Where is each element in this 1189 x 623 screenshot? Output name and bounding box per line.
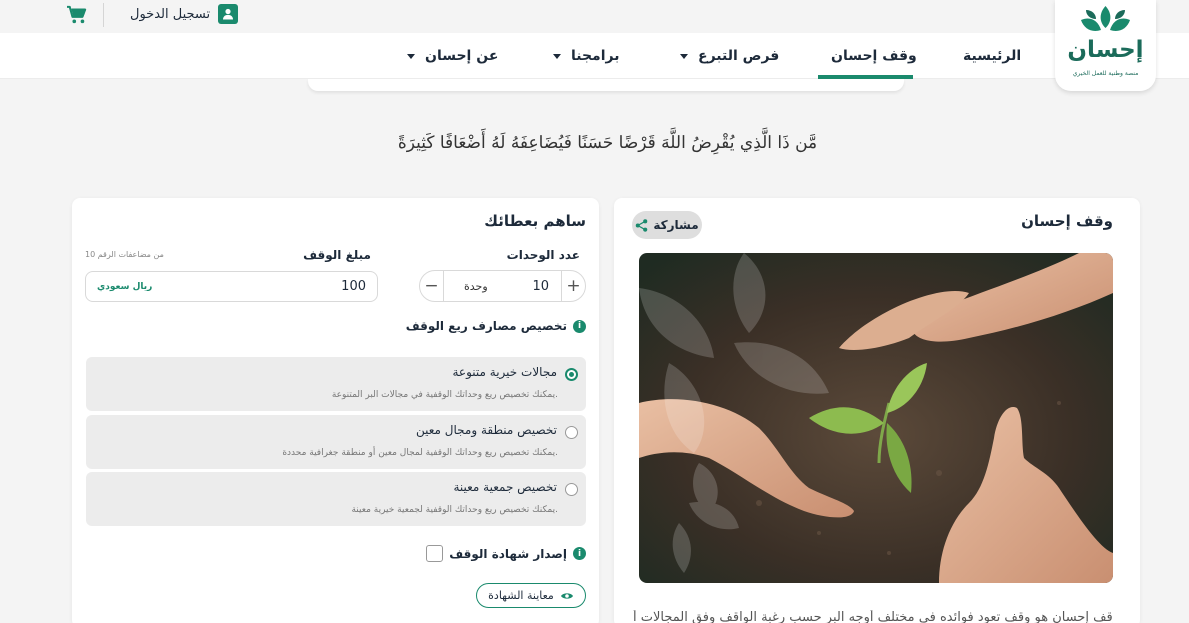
contribute-title: ساهم بعطائك: [484, 212, 586, 230]
contribute-card: ساهم بعطائك عدد الوحدات مبلغ الوقف من مض…: [72, 198, 599, 623]
top-bar: تسجيل الدخول: [0, 0, 1189, 33]
chevron-down-icon: [553, 53, 561, 59]
allocation-option-various[interactable]: مجالات خيرية متنوعة يمكنك تخصيص ريع وحدا…: [86, 357, 586, 411]
login-button[interactable]: تسجيل الدخول: [130, 4, 239, 24]
chevron-down-icon: [680, 53, 688, 59]
units-stepper: − وحدة 10 +: [419, 270, 586, 302]
preview-label: معاينة الشهادة: [488, 589, 554, 602]
option-subtitle: يمكنك تخصيص ريع وحداتك الوقفية لمجال معي…: [282, 448, 558, 458]
decrement-button[interactable]: −: [420, 271, 443, 301]
nav-programs-label: برامجنا: [571, 48, 620, 64]
currency-label: ريال سعودي: [97, 281, 153, 292]
amount-field[interactable]: ريال سعودي 100: [85, 271, 378, 302]
units-display[interactable]: وحدة 10: [443, 271, 562, 301]
allocation-title: تخصيص مصارف ريع الوقف i: [406, 319, 586, 333]
certificate-checkbox[interactable]: [426, 545, 444, 562]
option-subtitle: يمكنك تخصيص ريع وحداتك الوقفية لجمعية خي…: [351, 505, 558, 515]
allocation-option-region[interactable]: تخصيص منطقة ومجال معين يمكنك تخصيص ريع و…: [86, 415, 586, 469]
radio-unselected[interactable]: [565, 426, 578, 439]
info-icon[interactable]: i: [573, 547, 586, 560]
nav-waqf-ehsan[interactable]: وقف إحسان: [831, 33, 917, 79]
share-button[interactable]: مشاركة: [632, 211, 702, 239]
ehsan-logo[interactable]: إحسان منصة وطنية للعمل الخيري: [1055, 0, 1156, 91]
units-unit: وحدة: [464, 279, 488, 293]
nav-donation-opportunities[interactable]: فرص التبرع: [680, 33, 779, 79]
waqf-description: وقف إحسان هو وقف تعود فوائده في مختلف أو…: [633, 610, 1113, 623]
increment-button[interactable]: +: [562, 271, 585, 301]
share-icon: [636, 218, 648, 232]
login-label: تسجيل الدخول: [130, 6, 211, 22]
nav-home-label: الرئيسية: [963, 48, 1022, 64]
waqf-card-title: وقف إحسان: [1021, 212, 1113, 230]
nav-programs[interactable]: برامجنا: [553, 33, 620, 79]
option-title: مجالات خيرية متنوعة: [452, 365, 558, 379]
info-icon[interactable]: i: [573, 319, 586, 333]
certificate-row: إصدار شهادة الوقف i: [420, 545, 586, 562]
main-navbar: الرئيسية وقف إحسان فرص التبرع برامجنا عن…: [0, 33, 1189, 79]
eye-icon: [560, 592, 573, 599]
nav-about-label: عن إحسان: [425, 48, 499, 64]
cart-icon[interactable]: [66, 5, 88, 25]
waqf-info-card: وقف إحسان مشاركة وقف إحسان هو وقف تعود ف…: [614, 198, 1140, 623]
option-title: تخصيص جمعية معينة: [453, 480, 557, 494]
certificate-label: إصدار شهادة الوقف: [449, 546, 567, 561]
amount-hint: من مضاعفات الرقم 10: [85, 250, 164, 259]
radio-selected[interactable]: [565, 368, 578, 381]
nav-donation-label: فرص التبرع: [698, 48, 780, 64]
amount-label: مبلغ الوقف: [303, 248, 371, 262]
hero-image-hands-plant: [639, 253, 1113, 583]
topbar-divider: [103, 3, 104, 27]
units-label: عدد الوحدات: [506, 248, 580, 262]
option-title: تخصيص منطقة ومجال معين: [416, 423, 557, 437]
preview-certificate-button[interactable]: معاينة الشهادة: [476, 583, 586, 608]
sub-nav-strip: [308, 79, 904, 91]
allocation-option-charity[interactable]: تخصيص جمعية معينة يمكنك تخصيص ريع وحداتك…: [86, 472, 586, 526]
share-label: مشاركة: [653, 218, 699, 232]
option-subtitle: يمكنك تخصيص ريع وحداتك الوقفية في مجالات…: [331, 390, 558, 400]
chevron-down-icon: [407, 53, 415, 59]
radio-unselected[interactable]: [565, 483, 578, 496]
nav-home[interactable]: الرئيسية: [963, 33, 1021, 79]
units-value: 10: [532, 278, 549, 294]
allocation-title-label: تخصيص مصارف ريع الوقف: [405, 319, 567, 333]
user-icon: [218, 4, 239, 24]
logo-wordmark: إحسان: [1067, 37, 1144, 63]
leaf-logo-icon: [1081, 6, 1130, 31]
amount-value: 100: [341, 279, 366, 294]
nav-about[interactable]: عن إحسان: [407, 33, 498, 79]
nav-waqf-label: وقف إحسان: [831, 48, 917, 64]
logo-tagline: منصة وطنية للعمل الخيري: [1072, 70, 1139, 77]
quran-verse: مَّن ذَا الَّذِي يُقْرِضُ اللَّهَ قَرْضً…: [397, 133, 818, 153]
